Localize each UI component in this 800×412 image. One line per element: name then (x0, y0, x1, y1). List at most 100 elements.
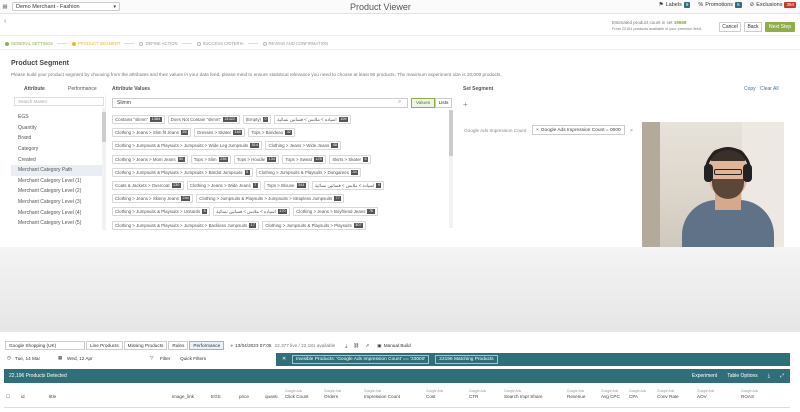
condition-chip[interactable]: × Google Ads Impression Count = 0000 (532, 125, 625, 135)
column-header[interactable]: id (21, 394, 25, 399)
tab-rules[interactable]: Rules (168, 341, 189, 350)
attribute-scrollbar[interactable] (102, 108, 106, 230)
tab-performance[interactable]: Performance (189, 341, 225, 350)
copy-link[interactable]: Copy (744, 86, 756, 92)
value-chip[interactable]: اسپادە > ملابس > فساتين نسائية 9 (311, 181, 385, 191)
manual-build-label[interactable]: Manual Build (384, 343, 411, 348)
value-chip[interactable]: اسپادە > ملابس > فساتين نسائية 109 (274, 115, 351, 125)
value-chip[interactable]: Tops > Slim 236 (190, 154, 231, 164)
attribute-item[interactable]: Brand (11, 133, 106, 144)
value-chip[interactable]: Clothing > Jumpsuits & Playsuits > Jumps… (112, 141, 263, 151)
column-header[interactable]: Google Ads Revenue (567, 389, 585, 399)
back-arrow-icon[interactable]: ‹ (4, 18, 6, 25)
attribute-item-selected[interactable]: Merchant Category Path (11, 164, 106, 176)
attribute-item[interactable]: EGS (11, 112, 106, 123)
tab-performance[interactable]: Performance (68, 86, 97, 94)
column-header[interactable]: title (49, 394, 56, 399)
value-chip[interactable]: Coats & Jackets > Overcoat 130 (112, 181, 184, 191)
value-chip[interactable]: Contains "slimm" 1384 (112, 115, 165, 125)
exclusions-counter[interactable]: ⊘ Exclusions 394 (750, 2, 796, 8)
value-chip[interactable]: Does Not Contain "slimm" 21422 (167, 115, 240, 125)
tab-attribute[interactable]: Attribute (24, 86, 45, 94)
value-chip[interactable]: Clothing > Jumpsuits & Playsuits > Plays… (262, 220, 367, 230)
scroll-thumb[interactable] (449, 110, 453, 156)
step-product-segment[interactable]: PRODUCT SEGMENT (71, 41, 120, 46)
value-chip[interactable]: (Empty) 0 (242, 115, 272, 125)
experiment-button[interactable]: Experiment (692, 373, 717, 379)
quick-filters-select[interactable]: Quick Filters (180, 356, 206, 361)
values-search-input[interactable]: Slimm (112, 98, 408, 108)
export-icon[interactable]: ↗ (365, 343, 369, 349)
step-success-criteria[interactable]: SUCCESS CRITERIA (196, 41, 244, 46)
attribute-item[interactable]: Quantity (11, 123, 106, 134)
value-chip[interactable]: Clothing > Jumpsuits & Playsuits > Jumps… (112, 220, 260, 230)
values-scrollbar[interactable] (449, 110, 453, 228)
step-general-settings[interactable]: GENERAL SETTINGS (5, 41, 53, 46)
value-chip[interactable]: Clothing > Jumpsuits & Playsuits > Dunga… (255, 167, 362, 177)
value-chip[interactable]: Tops > Sweat 125 (282, 154, 327, 164)
value-chip[interactable]: Clothing > Jumpsuits & Playsuits > Jumps… (196, 194, 345, 204)
column-header[interactable]: Google Ads Avg CPC (601, 389, 620, 399)
attribute-item[interactable]: Merchant Category Level (1) (11, 176, 106, 187)
value-chip[interactable]: Clothing > Jeans > Wide Jeans 7 (186, 181, 261, 191)
value-chip[interactable]: Dresses > Skater 160 (194, 128, 246, 138)
invisible-products-filter[interactable]: Invisible Products: 'Google Ads Impressi… (292, 355, 430, 364)
add-condition-icon[interactable]: + (463, 100, 468, 109)
condition-close-icon[interactable]: × (630, 128, 633, 134)
cancel-button[interactable]: Cancel (719, 22, 741, 32)
value-chip[interactable]: Tops > Blouse 344 (263, 181, 309, 191)
column-header[interactable]: Google Ads CPA (629, 389, 646, 399)
value-chip[interactable]: Clothing > Jeans > Mom Jeans 50 (112, 154, 188, 164)
column-header[interactable]: price (239, 394, 249, 399)
tab-missing-products[interactable]: Missing Products (123, 341, 168, 350)
scroll-thumb[interactable] (102, 112, 106, 142)
column-header[interactable]: Google Ads Conv Rate (657, 389, 679, 399)
date-to[interactable]: Wed, 12 Apr (67, 356, 93, 361)
value-chip[interactable]: Clothing > Jeans > Slim fit Jeans 65 (112, 128, 192, 138)
table-options-button[interactable]: Table Options (727, 373, 758, 379)
step-define-action[interactable]: DEFINE ACTION (139, 41, 178, 46)
close-icon[interactable]: ✕ (282, 357, 286, 362)
column-header[interactable]: quanti (265, 394, 278, 399)
labels-counter[interactable]: ⚑ Labels 9 (659, 2, 691, 8)
filter-label[interactable]: Filter (160, 356, 170, 361)
promotions-counter[interactable]: % Promotions 6 (698, 2, 742, 8)
column-header[interactable]: Google Ads Cost (426, 389, 443, 399)
download-icon[interactable]: ⤓ (768, 373, 770, 379)
value-chip[interactable]: Clothing > Jumpsuits & Playsuits > Unita… (112, 207, 211, 217)
value-chip[interactable]: Clothing > Jeans > Wide Jeans 48 (265, 141, 342, 151)
attribute-item[interactable]: Merchant Category Level (3) (11, 197, 106, 208)
clear-all-link[interactable]: Clear All (760, 86, 779, 92)
attribute-search-input[interactable]: Search Master (14, 97, 104, 106)
select-all-checkbox[interactable]: ☐ (6, 394, 10, 400)
download-icon[interactable]: ⤓ (345, 343, 347, 348)
value-chip[interactable]: Tops > Hoodie 134 (233, 154, 280, 164)
toggle-lists[interactable]: Lists (435, 98, 452, 108)
expand-icon[interactable]: ⤢ (780, 373, 784, 379)
next-step-button[interactable]: Next Step (765, 22, 795, 32)
condition-remove-icon[interactable]: × (536, 128, 539, 133)
app-grid-icon[interactable]: ▦ (0, 4, 10, 10)
channel-select[interactable]: Google Shopping (UK) (5, 341, 85, 350)
column-header[interactable]: image_link (172, 394, 194, 399)
column-header[interactable]: Google Ads Search Impr Share (504, 389, 543, 399)
column-header[interactable]: EGS (211, 394, 221, 399)
column-header[interactable]: Google Ads Orders (324, 389, 341, 399)
value-chip[interactable]: Clothing > Jeans > Boyfriend Jeans 76 (293, 207, 378, 217)
attribute-item[interactable]: Category (11, 144, 106, 155)
tab-line-products[interactable]: Line Products (86, 341, 123, 350)
attribute-item[interactable]: Merchant Category Level (5) (11, 218, 106, 229)
back-button[interactable]: Back (744, 22, 762, 32)
attribute-item[interactable]: Merchant Category Level (4) (11, 207, 106, 218)
attribute-item[interactable]: Created (11, 154, 106, 165)
account-selector[interactable]: Demo Merchant - Fashion ▾ (12, 2, 120, 11)
link-icon[interactable]: ⛓ (353, 343, 359, 349)
value-chip[interactable]: Clothing > Jumpsuits & Playsuits > Jumps… (112, 167, 253, 177)
attribute-item[interactable]: Merchant Category Level (2) (11, 186, 106, 197)
date-from[interactable]: Tue, 14 Mar (15, 356, 40, 361)
column-header[interactable]: Google Ads ROAS (741, 389, 758, 399)
value-chip[interactable]: اسپادە > ملابس > فساتين نسائية 170 (213, 207, 291, 217)
value-chip[interactable]: Clothing > Jeans > Skinny Jeans 244 (112, 194, 194, 204)
column-header[interactable]: Google Ads CTR (469, 389, 486, 399)
value-chip[interactable]: Skirts > Skater 6 (329, 154, 372, 164)
